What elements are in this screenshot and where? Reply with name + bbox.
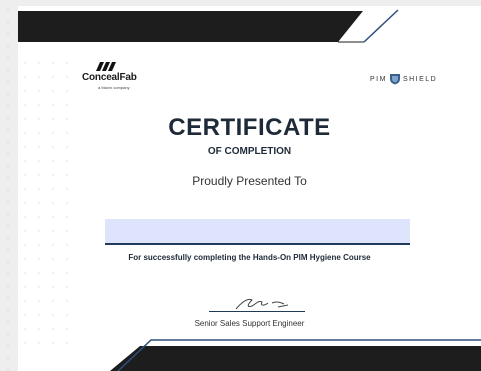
certificate-title: CERTIFICATE [168,114,331,141]
signature-line [209,311,305,312]
top-accent-line [363,9,399,43]
completion-statement: For successfully completing the Hands-On… [128,253,371,262]
pimshield-logo: PIM SHIELD [370,73,437,85]
certificate-subtitle: OF COMPLETION [207,146,292,157]
concealfab-logo-name: ConcealFab [82,72,137,83]
recipient-name-field[interactable] [105,219,410,245]
pimshield-logo-suffix: SHIELD [402,75,438,83]
certificate-decoration [18,9,481,371]
certificate-card: ConcealFab a Mavrx company PIM SHIELD CE… [18,6,481,371]
concealfab-logo-mark [96,62,116,71]
background-dot-pattern [0,0,20,371]
presented-to-text: Proudly Presented To [192,174,307,188]
concealfab-logo-tagline: a Mavrx company [98,85,130,90]
top-dark-band [18,11,363,42]
shield-icon [389,74,400,85]
bottom-dark-band [110,346,481,371]
signer-title: Senior Sales Support Engineer [194,319,305,328]
concealfab-logo: ConcealFab a Mavrx company [82,62,172,96]
pimshield-logo-prefix: PIM [370,75,387,83]
